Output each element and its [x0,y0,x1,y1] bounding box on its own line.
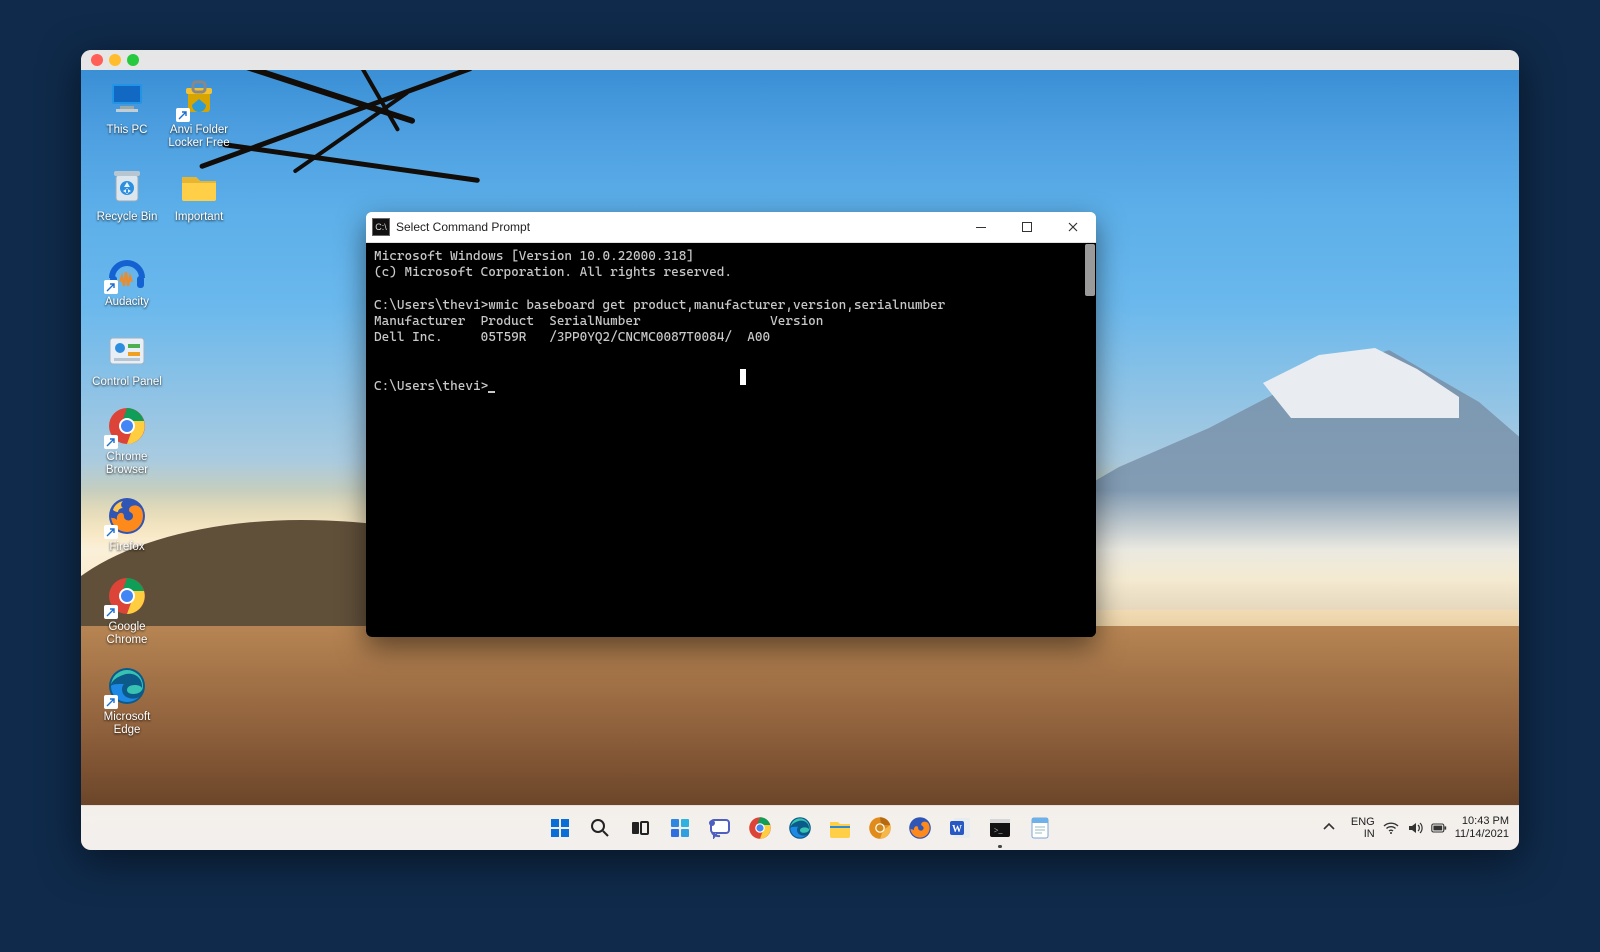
scrollbar[interactable] [1084,243,1096,637]
chrome-icon [106,575,148,617]
taskbar-file-explorer[interactable] [824,812,856,844]
shortcut-arrow-icon [104,435,118,449]
desktop-icon-google-chrome[interactable]: GoogleChrome [89,575,165,647]
branch-graphic [222,142,480,183]
branch-graphic [199,70,473,169]
widgets-button[interactable] [664,812,696,844]
scrollbar-thumb[interactable] [1085,244,1095,296]
firefox-icon [106,495,148,537]
recycle-bin-icon [106,165,148,207]
maximize-button[interactable] [1004,212,1050,242]
desktop-icon-recycle-bin[interactable]: Recycle Bin [89,165,165,224]
shortcut-arrow-icon [104,280,118,294]
chat-button[interactable] [704,812,736,844]
desktop-icon-control-panel[interactable]: Control Panel [89,330,165,389]
command-prompt-body[interactable]: Microsoft Windows [Version 10.0.22000.31… [366,243,1096,637]
desktop-icon-chrome-browser[interactable]: ChromeBrowser [89,405,165,477]
desktop-icon-label: Recycle Bin [89,211,165,224]
volume-icon [1407,820,1423,836]
svg-text:>_: >_ [994,826,1004,835]
command-prompt-window[interactable]: C:\ Select Command Prompt Microsoft Wind… [366,212,1096,637]
svg-text:W: W [952,824,962,835]
desktop-icon-anvi-folder-locker[interactable]: Anvi FolderLocker Free [161,78,237,150]
desktop-icon-label: Important [161,211,237,224]
folder-icon [178,165,220,207]
taskbar-edge[interactable] [784,812,816,844]
minimize-button[interactable] [958,212,1004,242]
wifi-icon [1383,820,1399,836]
desktop-icon-label: Control Panel [89,376,165,389]
chrome-icon [106,405,148,447]
date-text: 11/14/2021 [1455,828,1509,841]
desktop-icon-label: MicrosoftEdge [89,711,165,737]
text-cursor-icon [740,369,746,385]
desktop-icon-label: This PC [89,124,165,137]
taskbar-center: W >_ [544,812,1056,844]
start-button[interactable] [544,812,576,844]
folder-locker-icon [178,78,220,120]
desktop-icon-audacity[interactable]: Audacity [89,250,165,309]
close-button[interactable] [1050,212,1096,242]
taskbar-chrome-canary[interactable] [864,812,896,844]
mac-minimize-icon[interactable] [109,54,121,66]
cmd-icon: C:\ [372,218,390,236]
language-bottom: IN [1364,828,1375,840]
edge-icon [106,665,148,707]
cmd-line: C:\Users\thevi>wmic baseboard get produc… [374,298,945,313]
host-mac-window: This PC Recycle Bin [81,50,1519,850]
cmd-line: (c) Microsoft Corporation. All rights re… [374,265,732,280]
taskbar-cmd[interactable]: >_ [984,812,1016,844]
time-text: 10:43 PM [1462,815,1509,828]
control-panel-icon [106,330,148,372]
desktop-icon-label: Firefox [89,541,165,554]
desktop-icon-microsoft-edge[interactable]: MicrosoftEdge [89,665,165,737]
this-pc-icon [106,78,148,120]
battery-icon [1431,820,1447,836]
cursor-caret [488,391,495,393]
desktop-icon-important[interactable]: Important [161,165,237,224]
taskbar-notepad[interactable] [1024,812,1056,844]
clock[interactable]: 10:43 PM 11/14/2021 [1455,815,1509,840]
taskbar-word[interactable]: W [944,812,976,844]
audacity-icon [106,250,148,292]
desktop-icon-label: ChromeBrowser [89,451,165,477]
shortcut-arrow-icon [104,695,118,709]
taskbar-active-indicator [998,845,1002,848]
taskbar[interactable]: W >_ [81,805,1519,850]
shortcut-arrow-icon [104,525,118,539]
snow-cap-graphic [1179,348,1459,418]
shortcut-arrow-icon [176,108,190,122]
taskbar-systray: ENG IN 10:43 PM 11/14/2021 [1315,806,1509,850]
windows-desktop[interactable]: This PC Recycle Bin [81,70,1519,850]
desktop-icon-this-pc[interactable]: This PC [89,78,165,137]
cmd-line: Dell Inc. 05T59R /3PP0YQ2/CNCMC0087T0084… [374,330,770,345]
desktop-icon-firefox[interactable]: Firefox [89,495,165,554]
mac-maximize-icon[interactable] [127,54,139,66]
desktop-icon-label: GoogleChrome [89,621,165,647]
shortcut-arrow-icon [104,605,118,619]
quick-settings[interactable] [1383,820,1447,836]
language-indicator[interactable]: ENG IN [1351,816,1375,840]
cmd-line: C:\Users\thevi> [374,379,488,394]
task-view-button[interactable] [624,812,656,844]
command-prompt-titlebar[interactable]: C:\ Select Command Prompt [366,212,1096,243]
cmd-line: Microsoft Windows [Version 10.0.22000.31… [374,249,694,264]
foreground-graphic [81,626,1519,806]
mac-close-icon[interactable] [91,54,103,66]
cmd-line: Manufacturer Product SerialNumber Versio… [374,314,823,329]
language-top: ENG [1351,816,1375,828]
desktop-icon-label: Audacity [89,296,165,309]
mac-titlebar [81,50,1519,70]
search-button[interactable] [584,812,616,844]
command-prompt-title: Select Command Prompt [396,220,530,234]
desktop-icon-label: Anvi FolderLocker Free [161,124,237,150]
taskbar-chrome[interactable] [744,812,776,844]
taskbar-firefox[interactable] [904,812,936,844]
systray-overflow-button[interactable] [1315,815,1343,842]
